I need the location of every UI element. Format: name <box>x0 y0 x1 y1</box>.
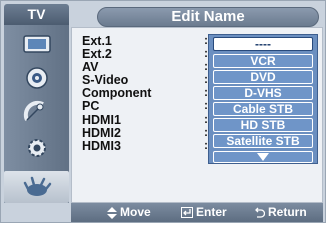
triangle-down-icon <box>257 153 269 161</box>
sidebar-item-channel[interactable] <box>11 99 62 125</box>
enter-icon <box>181 207 193 218</box>
channel-icon <box>23 100 44 121</box>
setup-icon <box>27 139 46 157</box>
return-hint: Return <box>255 205 307 220</box>
sidebar-item-sound[interactable] <box>11 65 62 91</box>
enter-label: Enter <box>196 205 227 219</box>
move-arrows-icon <box>107 206 117 219</box>
move-label: Move <box>120 205 151 219</box>
sidebar <box>4 25 69 203</box>
sidebar-item-setup[interactable] <box>11 135 62 161</box>
sidebar-item-picture[interactable] <box>11 31 62 57</box>
input-icon <box>22 35 51 53</box>
page-title: Edit Name <box>97 7 319 27</box>
content-panel: Ext.1 Ext.2 AV S-Video Component PC HDMI… <box>71 27 323 203</box>
source-label-pc[interactable]: PC <box>82 100 99 113</box>
name-option-cable-stb[interactable]: Cable STB <box>213 102 313 116</box>
return-label: Return <box>268 205 307 219</box>
enter-hint: Enter <box>181 205 227 220</box>
source-label-hdmi3[interactable]: HDMI3 <box>82 140 121 153</box>
bottom-hint-bar: Move Enter Return <box>71 203 323 222</box>
input-source-icon <box>23 176 51 196</box>
move-hint: Move <box>107 205 151 220</box>
osd-window: TV Edit Name Ext.1 Ext.2 AV S-Video Comp… <box>0 0 326 223</box>
name-option-list[interactable]: ---- VCR DVD D-VHS Cable STB HD STB Sate… <box>208 34 318 164</box>
return-icon <box>255 207 265 218</box>
name-option-none[interactable]: ---- <box>213 37 313 51</box>
sound-icon <box>25 67 48 89</box>
name-option-hd-stb[interactable]: HD STB <box>213 118 313 132</box>
name-option-dvhs[interactable]: D-VHS <box>213 86 313 100</box>
scroll-down-button[interactable] <box>213 151 313 163</box>
name-option-dvd[interactable]: DVD <box>213 70 313 84</box>
tv-tab: TV <box>4 4 69 25</box>
name-option-satellite-stb[interactable]: Satellite STB <box>213 134 313 148</box>
sidebar-item-input[interactable] <box>4 171 69 203</box>
name-option-vcr[interactable]: VCR <box>213 54 313 68</box>
